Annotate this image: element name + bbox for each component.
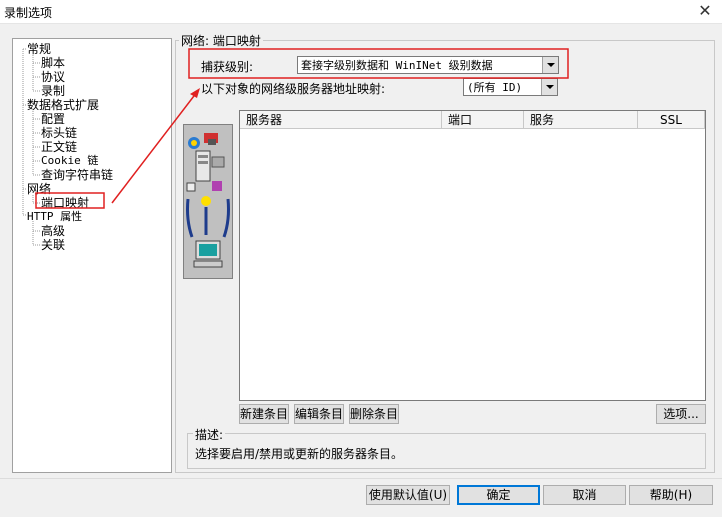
column-port[interactable]: 端口 <box>442 111 524 129</box>
tree-item-http-properties[interactable]: HTTP 属性 <box>27 210 82 224</box>
window-title: 录制选项 <box>4 6 53 20</box>
server-mapping-value: (所有 ID) <box>467 81 523 94</box>
capture-level-value: 套接字级别数据和 WinINet 级别数据 <box>301 59 493 72</box>
network-diagram-icon <box>186 133 230 268</box>
group-title: 网络: 端口映射 <box>179 32 263 49</box>
capture-level-label: 捕获级别: <box>201 60 254 74</box>
capture-level-select[interactable]: 套接字级别数据和 WinINet 级别数据 <box>297 56 559 74</box>
tree-item-configuration[interactable]: 配置 <box>41 112 65 126</box>
server-mapping-label: 以下对象的网络级服务器地址映射: <box>201 82 386 96</box>
server-entries-list[interactable]: 服务器 端口 服务 SSL <box>239 110 706 401</box>
tree-item-body-chain[interactable]: 正文链 <box>41 140 77 154</box>
delete-entry-button[interactable]: 删除条目 <box>349 404 399 424</box>
tree-item-general[interactable]: 常规 <box>27 42 51 56</box>
chevron-down-icon[interactable] <box>541 79 557 95</box>
footer-divider <box>0 478 722 479</box>
cancel-button[interactable]: 取消 <box>543 485 626 505</box>
column-server[interactable]: 服务器 <box>240 111 442 129</box>
column-service[interactable]: 服务 <box>524 111 638 129</box>
edit-entry-button[interactable]: 编辑条目 <box>294 404 344 424</box>
help-button[interactable]: 帮助(H) <box>629 485 713 505</box>
options-tree[interactable]: 常规 脚本 协议 录制 数据格式扩展 配置 标头链 正文链 Cookie 链 查… <box>12 38 172 473</box>
close-icon[interactable]: ✕ <box>696 2 714 20</box>
network-illustration <box>183 124 233 279</box>
tree-item-correlation[interactable]: 关联 <box>41 238 65 252</box>
tree-item-header-chain[interactable]: 标头链 <box>41 126 77 140</box>
use-defaults-button[interactable]: 使用默认值(U) <box>366 485 450 505</box>
tree-item-data-format-extension[interactable]: 数据格式扩展 <box>27 98 99 112</box>
tree-item-port-mapping[interactable]: 端口映射 <box>39 196 91 210</box>
tree-item-query-string-chain[interactable]: 查询字符串链 <box>41 168 113 182</box>
list-header: 服务器 端口 服务 SSL <box>240 111 705 129</box>
tree-item-protocol[interactable]: 协议 <box>41 70 65 84</box>
description-text: 选择要启用/禁用或更新的服务器条目。 <box>195 447 404 461</box>
options-button[interactable]: 选项... <box>656 404 706 424</box>
new-entry-button[interactable]: 新建条目 <box>239 404 289 424</box>
server-mapping-select[interactable]: (所有 ID) <box>463 78 558 96</box>
chevron-down-icon[interactable] <box>542 57 558 73</box>
tree-item-script[interactable]: 脚本 <box>41 56 65 70</box>
title-bar: 录制选项 ✕ <box>0 0 722 24</box>
tree-item-network[interactable]: 网络 <box>27 182 51 196</box>
ok-button[interactable]: 确定 <box>457 485 540 505</box>
tree-item-recording[interactable]: 录制 <box>41 84 65 98</box>
tree-item-advanced[interactable]: 高级 <box>41 224 65 238</box>
column-ssl[interactable]: SSL <box>638 111 705 129</box>
description-title: 描述: <box>193 426 226 443</box>
tree-item-cookie-chain[interactable]: Cookie 链 <box>41 154 98 168</box>
